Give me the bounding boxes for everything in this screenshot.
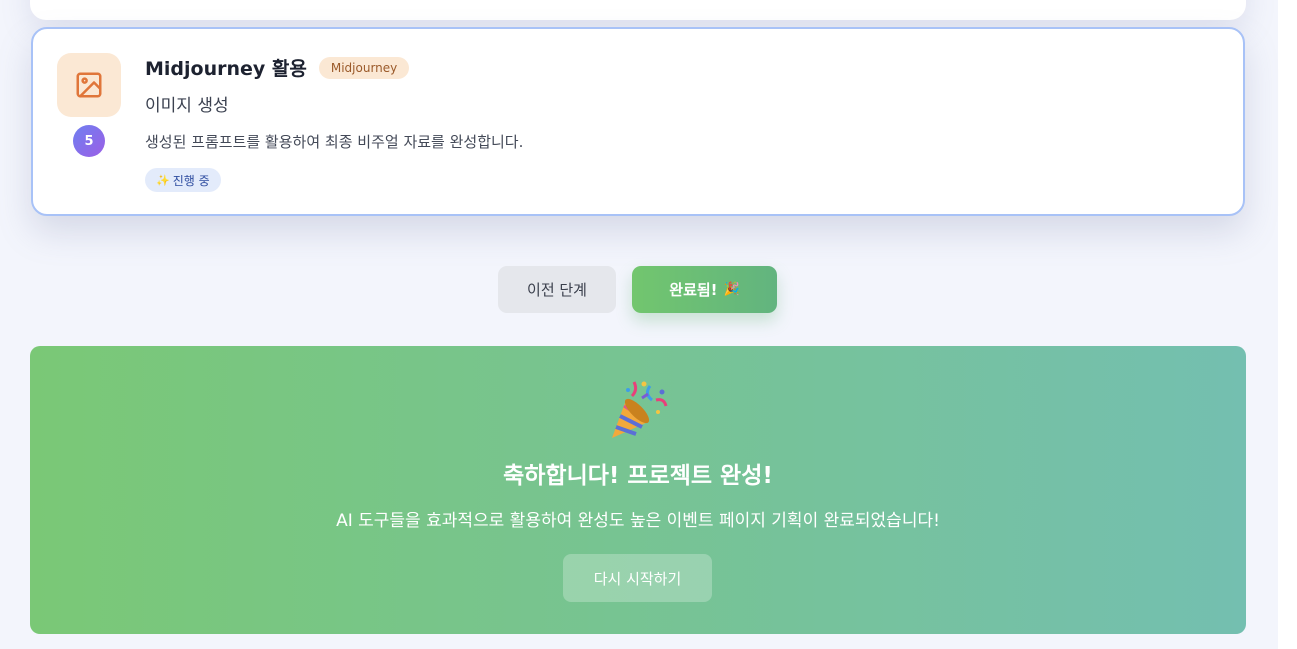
step-subtitle: 이미지 생성 — [145, 96, 229, 116]
completed-label: 완료됨! — [669, 281, 718, 299]
banner-title: 축하합니다! 프로젝트 완성! — [503, 463, 773, 489]
sparkle-icon: ✨ — [156, 173, 170, 187]
status-badge: ✨ 진행 중 — [145, 168, 221, 192]
completion-banner: 축하합니다! 프로젝트 완성! AI 도구들을 효과적으로 활용하여 완성도 높… — [30, 346, 1246, 634]
party-popper-icon: 🎉 — [723, 282, 740, 297]
status-label: 진행 중 — [172, 173, 210, 188]
tool-badge: Midjourney — [318, 56, 410, 79]
step-description: 생성된 프롬프트를 활용하여 최종 비주얼 자료를 완성합니다. — [145, 133, 524, 151]
page-edge — [1278, 0, 1297, 649]
step-title-row: Midjourney 활용 Midjourney — [145, 54, 410, 81]
banner-message: AI 도구들을 효과적으로 활용하여 완성도 높은 이벤트 페이지 기획이 완료… — [336, 511, 940, 531]
previous-step-card — [30, 0, 1246, 20]
step-number-badge: 5 — [73, 125, 105, 157]
completed-button[interactable]: 완료됨! 🎉 — [632, 266, 777, 313]
restart-button[interactable]: 다시 시작하기 — [563, 554, 712, 602]
previous-step-label: 이전 단계 — [527, 281, 587, 299]
step-title: Midjourney 활용 — [145, 58, 307, 80]
restart-label: 다시 시작하기 — [593, 569, 682, 588]
image-icon — [57, 53, 121, 117]
previous-step-button[interactable]: 이전 단계 — [498, 266, 616, 313]
step-card: 5 Midjourney 활용 Midjourney 이미지 생성 생성된 프롬… — [31, 27, 1245, 216]
party-popper-icon — [606, 378, 670, 442]
